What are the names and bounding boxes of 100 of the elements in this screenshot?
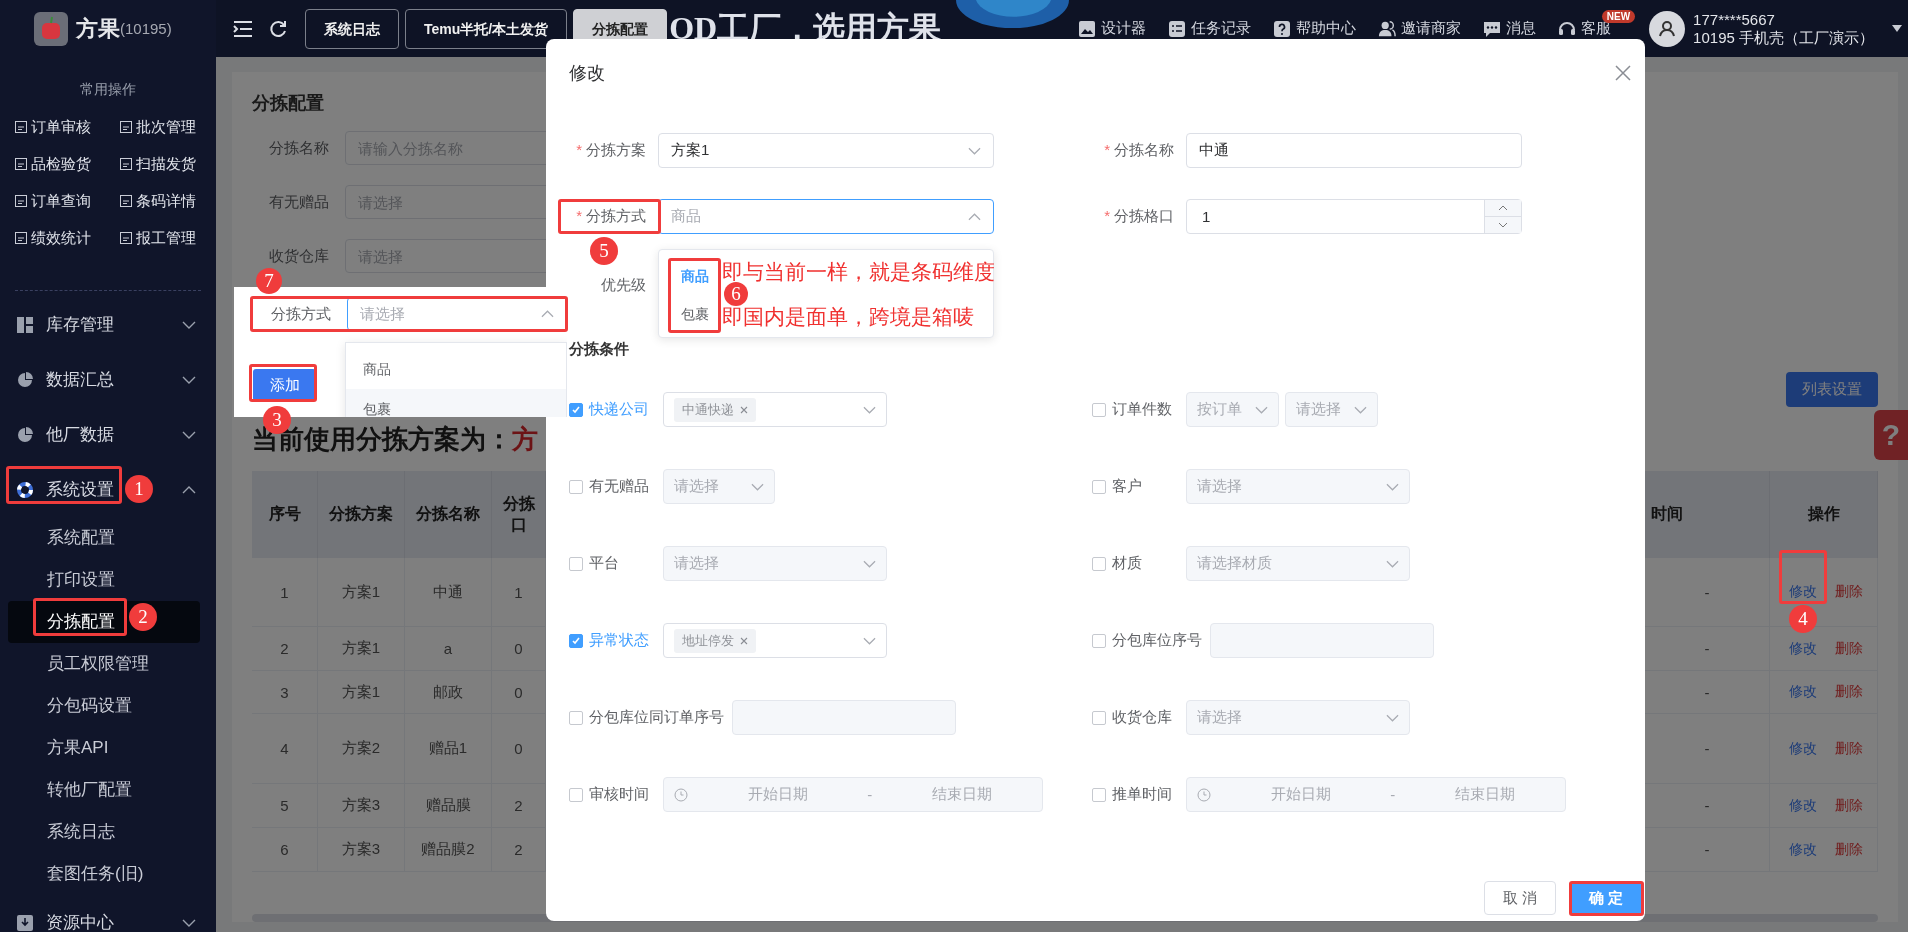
close-icon[interactable] [740,405,748,414]
quick-action-link[interactable]: 订单审核 [15,117,120,137]
add-button[interactable]: 添加 [253,369,316,401]
image-icon [1078,19,1097,38]
table-cell: 方案1 [318,671,405,714]
toolbar-link[interactable]: 帮助中心 [1273,19,1357,38]
field-label: 分拣格口 [1114,207,1174,224]
chevron-up-icon [968,212,981,221]
document-icon [15,195,27,207]
number-value: 1 [1201,208,1212,225]
quick-action-link[interactable]: 批次管理 [120,117,212,137]
table-cell: 方案1 [318,627,405,671]
document-icon [15,158,27,170]
condition-label: 快递公司 [589,400,650,419]
dropdown-option[interactable]: 包裹 [346,389,566,417]
required-mark: * [1104,207,1110,224]
checkbox[interactable] [569,556,583,571]
submenu-item[interactable]: 员工权限管理 [8,643,200,685]
table-cell: 1 [252,558,318,627]
toolbar-link[interactable]: 任务记录 [1168,19,1252,38]
caret-down-icon[interactable] [1892,25,1902,32]
table-cell: 赠品膜 [405,784,492,828]
quick-action-link[interactable]: 订单查询 [15,191,120,211]
help-icon [1273,19,1292,38]
submenu-item[interactable]: 套图任务(旧) [8,853,200,895]
cancel-button[interactable]: 取 消 [1484,881,1556,915]
menu-item[interactable]: 系统设置 [16,478,114,501]
checkbox[interactable] [1092,710,1106,725]
annotation-note: 即国内是面单，跨境是箱唛 [722,306,975,327]
submenu-item[interactable]: 分包码设置 [8,685,200,727]
quick-action-link[interactable]: 扫描发货 [120,154,212,174]
checkbox[interactable] [1092,787,1106,802]
menu-item[interactable]: 库存管理 [16,313,114,336]
table-cell: 5 [252,784,318,828]
date-placeholder: 结束日期 [1453,785,1516,804]
condition-label: 订单件数 [1112,400,1173,419]
checkbox[interactable] [569,402,583,417]
toolbar-link[interactable]: 设计器 [1078,19,1147,38]
highlight-frame [249,364,317,402]
submenu-item[interactable]: 转他厂配置 [8,769,200,811]
text-field[interactable] [1210,623,1434,658]
menu-item[interactable]: 他厂数据 [16,423,114,446]
text-field[interactable]: 中通 [1186,133,1522,168]
required-mark: * [576,141,582,158]
table-cell: 方案3 [318,828,405,872]
condition-label: 平台 [589,554,620,573]
checkbox[interactable] [1092,556,1106,571]
toolbar-link[interactable]: 邀请商家 [1378,19,1462,38]
chevron-down-icon [1255,405,1268,414]
checkbox[interactable] [1092,633,1106,648]
chevron-down-icon [863,405,876,414]
nav-tab[interactable]: 系统日志 [305,8,399,49]
close-icon[interactable] [740,636,748,645]
checkbox[interactable] [1092,479,1106,494]
toolbar-link[interactable]: 消息 [1483,19,1537,38]
submenu-item[interactable]: 系统配置 [8,517,200,559]
menu-item[interactable]: 资源中心 [16,911,114,932]
dropdown-option[interactable]: 包裹 [675,301,715,327]
chevron-down-icon[interactable] [182,918,196,927]
text-field[interactable] [732,700,956,735]
condition-label: 材质 [1112,554,1143,573]
date-placeholder: 结束日期 [930,785,993,804]
select-field[interactable]: 方案1 [658,133,994,168]
pie-chart-icon [16,425,34,444]
chevron-down-icon [863,636,876,645]
table-cell: 4 [252,714,318,784]
highlight-frame [1779,550,1827,604]
quick-action-link[interactable]: 品检验货 [15,154,120,174]
brand-code: (10195) [120,20,172,37]
document-icon [120,121,132,133]
chevron-down-icon[interactable] [182,320,196,329]
table-cell: 中通 [405,558,492,627]
dropdown-option[interactable]: 商品 [346,349,566,389]
chevron-down-icon[interactable] [182,375,196,384]
condition-label: 审核时间 [589,785,650,804]
checkbox[interactable] [569,787,583,802]
headset-icon [1558,19,1577,38]
quick-action-link[interactable]: 条码详情 [120,191,212,211]
checkbox[interactable] [569,710,583,725]
menu-item[interactable]: 数据汇总 [16,368,114,391]
submenu-item[interactable]: 系统日志 [8,811,200,853]
checkbox[interactable] [1092,402,1106,417]
quick-action-link[interactable]: 绩效统计 [15,228,120,248]
document-icon [15,121,27,133]
blocks-icon [16,315,34,334]
chevron-up-icon[interactable] [182,485,196,494]
chevron-down-icon[interactable] [182,430,196,439]
quick-action-link[interactable]: 报工管理 [120,228,212,248]
condition-label: 推单时间 [1112,785,1173,804]
field-label: 分拣方式 [270,304,332,324]
submenu-item[interactable]: 打印设置 [8,559,200,601]
close-icon[interactable] [1615,65,1631,81]
refresh-icon[interactable] [268,18,288,39]
checkbox[interactable] [569,633,583,648]
document-icon [120,232,132,244]
dialog-title: 修改 [569,62,605,85]
avatar-icon[interactable] [1649,10,1686,47]
menu-icon[interactable] [233,18,253,39]
submenu-item[interactable]: 方果API [8,727,200,769]
checkbox[interactable] [569,479,583,494]
